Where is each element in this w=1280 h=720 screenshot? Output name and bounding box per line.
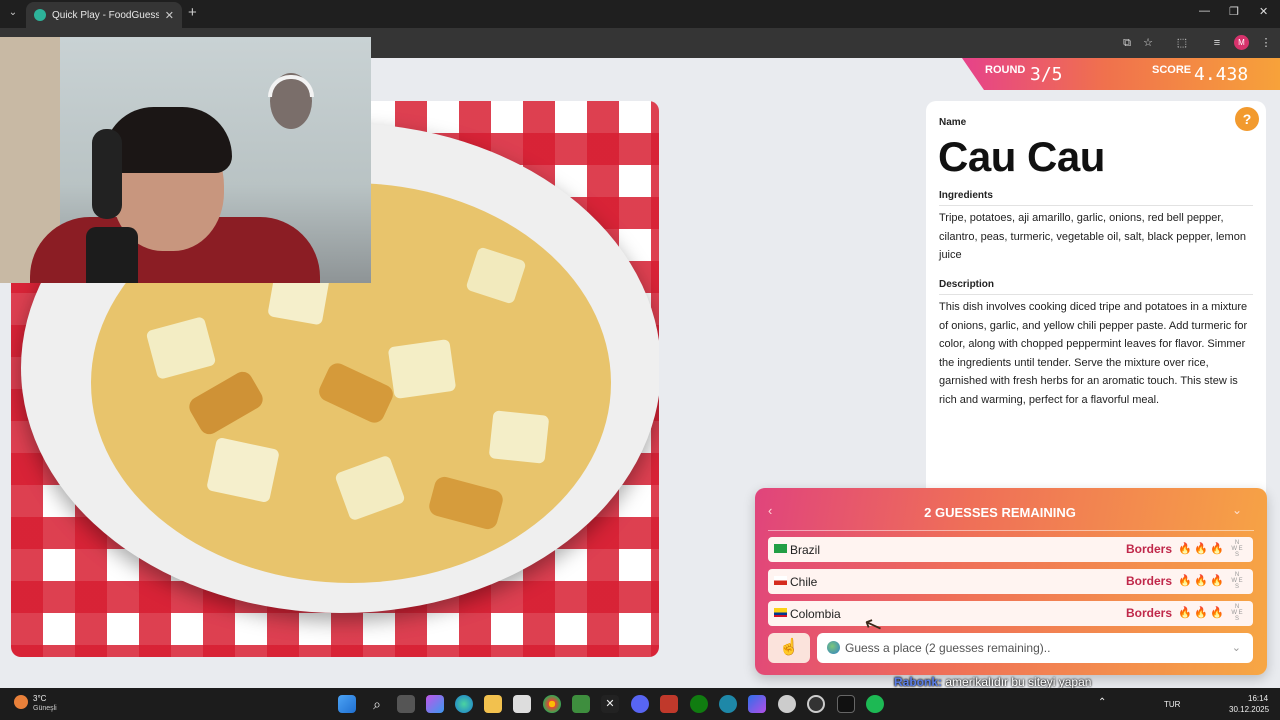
tab-title: Quick Play - FoodGuessr | Food (52, 9, 159, 21)
edge-icon[interactable] (455, 695, 473, 713)
steam-icon[interactable] (719, 695, 737, 713)
stream-chat-message: Rabonk: amerikalıdır bu siteyi yapan (894, 675, 1091, 689)
guess-place-input[interactable]: Guess a place (2 guesses remaining).. ⌄ (817, 633, 1253, 663)
cat-headphones (268, 75, 314, 97)
guesses-remaining-title: 2 GUESSES REMAINING (924, 505, 1076, 520)
webcam-overlay (0, 37, 371, 283)
clock-date[interactable]: 30.12.2025 (1229, 705, 1269, 714)
browser-menu-icon[interactable]: ⋮ (1258, 35, 1274, 51)
install-app-icon[interactable]: ⧉ (1119, 35, 1135, 51)
flame-icon: 🔥 (1210, 543, 1224, 555)
round-value: 3/5 (1030, 64, 1063, 85)
chrome-icon[interactable] (543, 695, 561, 713)
weather-sun-icon[interactable] (14, 695, 28, 709)
flame-icon: 🔥 (1194, 543, 1208, 555)
maximize-icon[interactable]: ❐ (1229, 5, 1239, 18)
score-value: 4.438 (1194, 64, 1249, 85)
guess-country: Chile (790, 575, 818, 589)
favicon-icon (34, 9, 46, 21)
minimize-icon[interactable]: — (1199, 5, 1210, 17)
dish-name: Cau Cau (938, 133, 1105, 180)
clock-time[interactable]: 16:14 (1248, 694, 1268, 703)
spotify-icon[interactable] (866, 695, 884, 713)
capcut-icon[interactable]: ✕ (601, 695, 619, 713)
guess-row: Chile Borders 🔥 🔥 🔥 NW ES (768, 569, 1253, 594)
tab-search-icon[interactable]: ⌄ (4, 4, 22, 22)
globe-icon (827, 641, 840, 654)
flag-icon (774, 608, 787, 617)
webcam-person-hair (104, 107, 232, 173)
guess-input-placeholder: Guess a place (2 guesses remaining).. (845, 641, 1051, 655)
round-label: ROUND (985, 64, 1026, 76)
obs-icon[interactable] (660, 695, 678, 713)
tab-close-icon[interactable]: ✕ (165, 9, 174, 22)
discord-icon[interactable] (631, 695, 649, 713)
language-indicator[interactable]: TUR (1164, 700, 1180, 709)
guess-result: Borders (1126, 542, 1173, 556)
window-close-icon[interactable]: ✕ (1259, 5, 1268, 18)
bookmark-star-icon[interactable]: ☆ (1140, 35, 1156, 51)
compass-icon: NW ES (1231, 540, 1243, 558)
flame-icon: 🔥 (1194, 575, 1208, 587)
extensions-icon[interactable]: ⬚ (1174, 35, 1190, 51)
microphone-icon (86, 227, 138, 283)
help-icon[interactable]: ? (1235, 107, 1259, 131)
file-explorer-icon[interactable] (484, 695, 502, 713)
chat-text: amerikalıdır bu siteyi yapan (945, 675, 1092, 689)
guess-result: Borders (1126, 606, 1173, 620)
media-control-icon[interactable]: ≡ (1209, 35, 1225, 51)
weather-desc: Güneşli (33, 705, 57, 712)
round-score-banner: ROUND 3/5 SCORE 4.438 (962, 58, 1280, 90)
copilot-icon[interactable] (426, 695, 444, 713)
divider (768, 530, 1254, 531)
xbox-icon[interactable] (690, 695, 708, 713)
minecraft-icon[interactable] (572, 695, 590, 713)
start-icon[interactable] (338, 695, 356, 713)
chevron-down-icon[interactable]: ⌄ (1232, 641, 1241, 654)
guess-row: Colombia Borders 🔥 🔥 🔥 NW ES (768, 601, 1253, 626)
score-label: SCORE (1152, 64, 1192, 76)
guess-country: Colombia (790, 607, 841, 621)
flame-icon: 🔥 (1210, 575, 1224, 587)
headset-icon (92, 129, 122, 219)
search-icon[interactable]: ⌕ (368, 695, 386, 713)
compass-icon: NW ES (1231, 572, 1243, 590)
guess-row: Brazil Borders 🔥 🔥 🔥 NW ES (768, 537, 1253, 562)
flame-icon: 🔥 (1178, 543, 1192, 555)
tray-chevron-icon[interactable]: ⌃ (1098, 697, 1106, 708)
flame-icon: 🔥 (1178, 607, 1192, 619)
guess-result: Borders (1126, 574, 1173, 588)
terminal-icon[interactable] (837, 695, 855, 713)
divider (939, 294, 1253, 295)
browser-tabstrip: ⌄ Quick Play - FoodGuessr | Food ✕ + — ❐… (0, 0, 1280, 28)
description-text: This dish involves cooking diced tripe a… (939, 301, 1248, 406)
app-icon[interactable] (778, 695, 796, 713)
ingredients-text: Tripe, potatoes, aji amarillo, garlic, o… (939, 212, 1246, 262)
store-icon[interactable] (513, 695, 531, 713)
profile-avatar[interactable]: M (1234, 35, 1249, 50)
compass-icon: NW ES (1231, 604, 1243, 622)
browser-tab[interactable]: Quick Play - FoodGuessr | Food ✕ (26, 2, 182, 28)
name-label: Name (939, 117, 967, 128)
chevron-down-icon[interactable]: ⌄ (1232, 503, 1242, 517)
flame-icon: 🔥 (1194, 607, 1208, 619)
flag-icon (774, 544, 787, 553)
flame-icon: 🔥 (1210, 607, 1224, 619)
ingredients-label: Ingredients (939, 190, 993, 201)
app-icon[interactable] (748, 695, 766, 713)
chat-username: Rabonk: (894, 675, 942, 689)
flame-icon: 🔥 (1178, 575, 1192, 587)
flag-icon (774, 576, 787, 585)
divider (939, 205, 1253, 206)
new-tab-button[interactable]: + (188, 4, 197, 21)
hint-hand-button[interactable]: ☝ (768, 633, 810, 663)
task-view-icon[interactable] (397, 695, 415, 713)
app-icon[interactable] (807, 695, 825, 713)
guess-country: Brazil (790, 543, 821, 557)
weather-temp: 3°C (33, 694, 47, 703)
description-label: Description (939, 279, 995, 290)
